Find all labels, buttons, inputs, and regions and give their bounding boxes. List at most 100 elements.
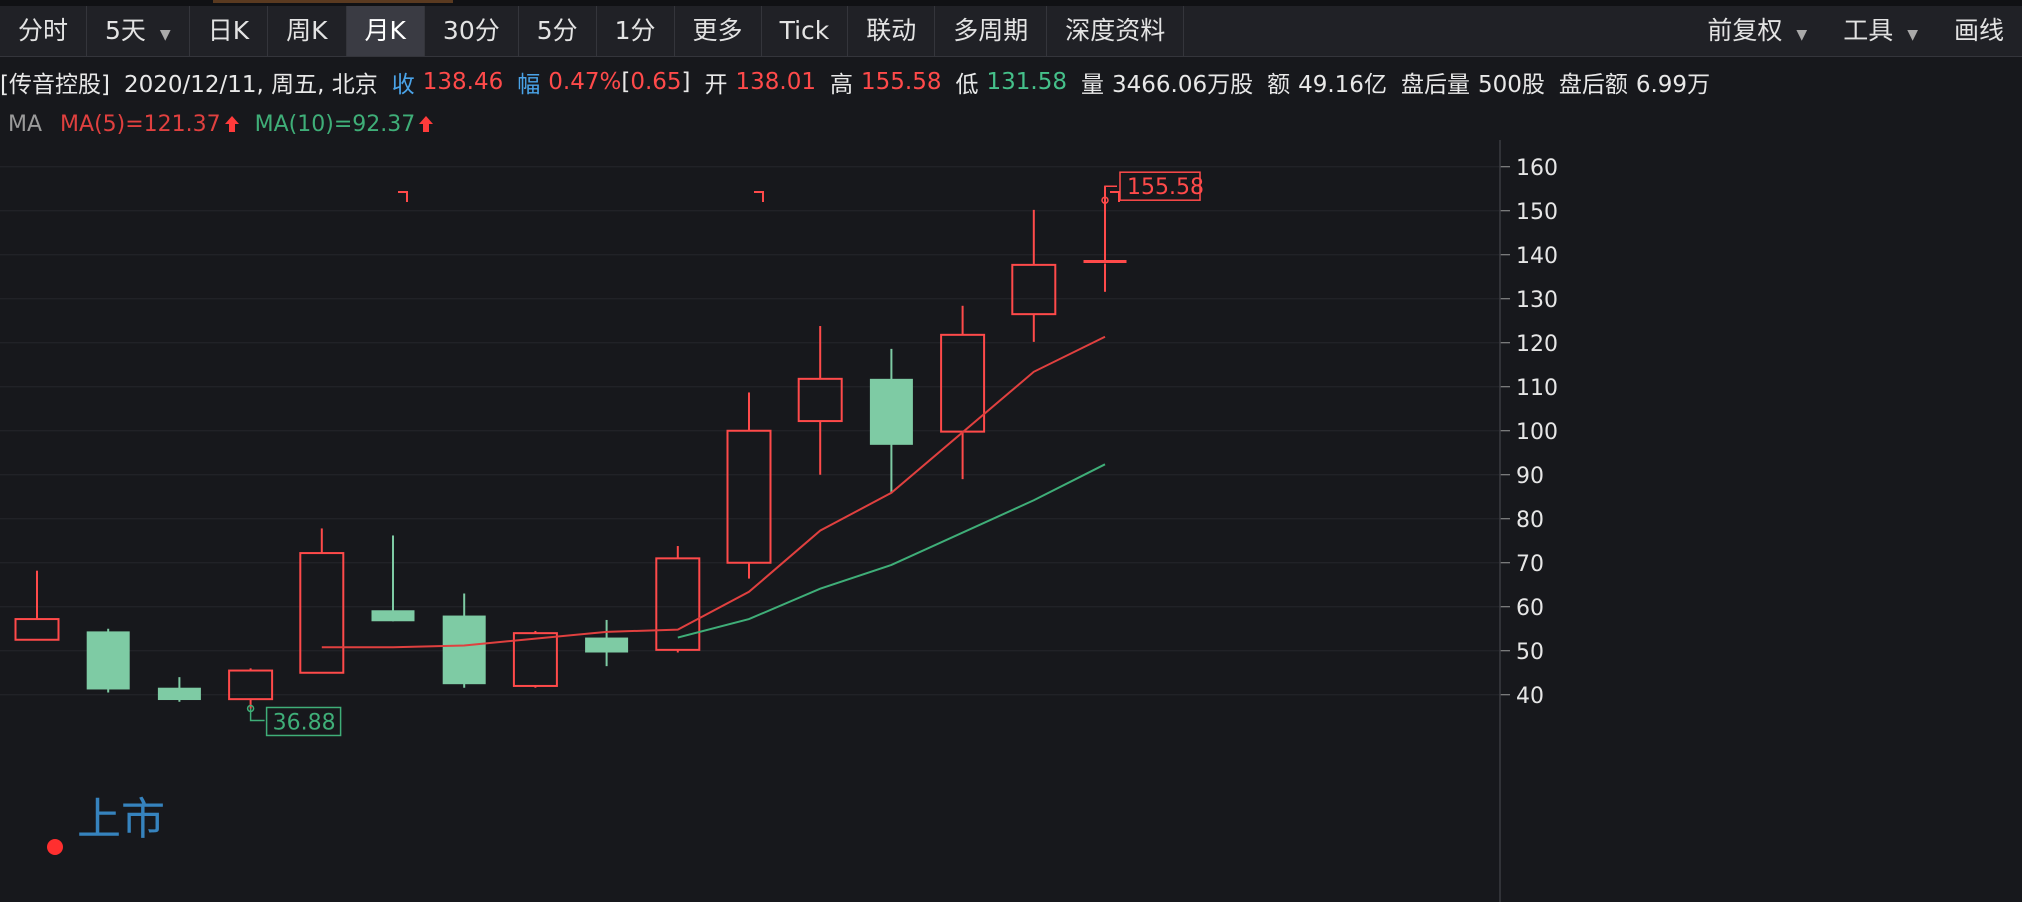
ma5-value: MA(5)=121.37 [60, 111, 221, 137]
candlestick-chart[interactable]: 40 50 60 70 80 90 100 110 120 130 140 150 160 155.58 3… [0, 140, 2022, 902]
up-arrow-icon [224, 116, 239, 132]
y-tick-label: 90 [1516, 464, 1544, 489]
period-marker [754, 191, 764, 202]
tab-6[interactable]: 5分 [519, 6, 597, 56]
candle-body [869, 378, 913, 445]
tab-label: 深度资料 [1065, 16, 1166, 45]
y-tick-label: 160 [1516, 156, 1558, 181]
tab-label: 多周期 [953, 16, 1029, 45]
candle-body [14, 618, 60, 641]
candle-body [1011, 263, 1057, 316]
after-hours-volume-label: 盘后量 [1400, 72, 1470, 98]
tab-label: 工具 [1843, 16, 1894, 45]
tab-label: 更多 [692, 16, 743, 45]
tab-label: 日K [207, 16, 250, 45]
candle-body [86, 631, 130, 690]
listing-label: 上市 [77, 794, 165, 845]
tab-label: 前复权 [1707, 16, 1783, 45]
y-tick-label: 70 [1516, 552, 1544, 577]
tab-8[interactable]: 更多 [675, 6, 762, 56]
open-label: 开 [704, 72, 728, 98]
candle-body [726, 429, 772, 564]
tab-label: 周K [286, 16, 328, 45]
top-strip-highlight [213, 0, 453, 3]
after-hours-volume-value: 500股 [1477, 72, 1545, 98]
y-tick-label: 60 [1516, 596, 1544, 621]
tab-0[interactable]: 分时 [0, 6, 88, 56]
after-hours-amount-label: 盘后额 [1558, 72, 1628, 98]
tab-12[interactable]: 深度资料 [1047, 6, 1185, 56]
period-marker [1110, 191, 1120, 202]
stock-name: [传音控股] [0, 72, 110, 98]
tab-label: 1分 [614, 16, 656, 45]
close-value: 138.46 [422, 69, 504, 95]
y-tick-label: 80 [1516, 508, 1544, 533]
open-value: 138.01 [735, 69, 816, 95]
tab-5[interactable]: 30分 [425, 6, 519, 56]
low-marker-label: 36.88 [273, 710, 336, 735]
amount-value: 49.16亿 [1298, 72, 1387, 98]
tab-1[interactable]: 5天 ▼ [87, 6, 190, 56]
tab-label: Tick [779, 16, 830, 45]
tab-label: 画线 [1953, 16, 2004, 45]
tab-4[interactable]: 月K [346, 6, 425, 56]
tab-label: 30分 [442, 16, 500, 45]
candle-body [940, 333, 986, 433]
candle-body [442, 615, 486, 685]
y-tick-label: 110 [1516, 376, 1558, 401]
y-tick-label: 150 [1516, 200, 1558, 225]
y-tick-label: 120 [1516, 332, 1558, 357]
candle-body [371, 610, 415, 622]
high-marker-label: 155.58 [1127, 175, 1204, 200]
up-arrow-icon [419, 116, 434, 132]
tab-label: 分时 [18, 16, 69, 45]
ma-legend: MA MA(5)=121.37 MA(10)=92.37 [0, 107, 435, 141]
low-value: 131.58 [986, 69, 1067, 95]
candle-body [299, 552, 345, 674]
candle-body [585, 637, 629, 653]
tab-label: 月K [364, 16, 406, 45]
quote-info-bar: [传音控股] 2020/12/11, 周五, 北京 收 138.46 幅 0.4… [0, 62, 2022, 102]
candle-body [655, 557, 701, 651]
volume-value: 3466.06万股 [1111, 72, 1254, 98]
tab-right-1[interactable]: 工具 ▼ [1825, 6, 1936, 56]
amplitude-label: 幅 [517, 72, 541, 98]
caret-down-icon: ▼ [1796, 27, 1808, 43]
caret-down-icon: ▼ [159, 27, 171, 43]
ma10-value: MA(10)=92.37 [254, 111, 416, 137]
tab-3[interactable]: 周K [268, 6, 347, 56]
tab-right-2[interactable]: 画线 [1936, 6, 2022, 56]
amplitude-bracket-open: [ [621, 69, 631, 95]
close-label: 收 [391, 72, 415, 98]
tab-10[interactable]: 联动 [848, 6, 936, 56]
candle-body [797, 377, 843, 423]
tab-label: 5分 [536, 16, 578, 45]
y-tick-label: 40 [1516, 684, 1544, 709]
tab-label: 联动 [866, 16, 917, 45]
after-hours-amount-value: 6.99万 [1635, 72, 1711, 98]
tab-2[interactable]: 日K [190, 6, 269, 56]
period-tab-bar: 分时 5天 ▼ 日K 周K 月K 30分 5分 1分 更多 Tick 联动 多周期 深度资料 前复权 ▼ 工具 ▼… [0, 6, 2022, 57]
tab-9[interactable]: Tick [762, 6, 849, 56]
ma5-line [321, 335, 1106, 649]
tab-11[interactable]: 多周期 [935, 6, 1048, 56]
amount-label: 额 [1267, 72, 1291, 98]
high-label: 高 [830, 72, 853, 98]
tab-label: 5天 [105, 16, 146, 45]
tab-right-0[interactable]: 前复权 ▼ [1689, 6, 1825, 56]
volume-label: 量 [1080, 72, 1104, 98]
period-marker [398, 191, 408, 202]
caret-down-icon: ▼ [1907, 27, 1918, 43]
amplitude-value: 0.47% [548, 69, 622, 95]
y-tick-label: 140 [1516, 244, 1558, 269]
candle-body [157, 687, 201, 701]
ma-label: MA [8, 111, 43, 137]
quote-date: 2020/12/11, 周五, 北京 [123, 72, 378, 98]
high-value: 155.58 [861, 69, 942, 95]
y-tick-label: 100 [1516, 420, 1558, 445]
y-tick-label: 50 [1516, 640, 1544, 665]
low-label: 低 [955, 72, 979, 98]
amplitude-bracket-close: ] [681, 69, 691, 95]
tab-7[interactable]: 1分 [597, 6, 675, 56]
amplitude-abs: 0.65 [630, 69, 682, 95]
